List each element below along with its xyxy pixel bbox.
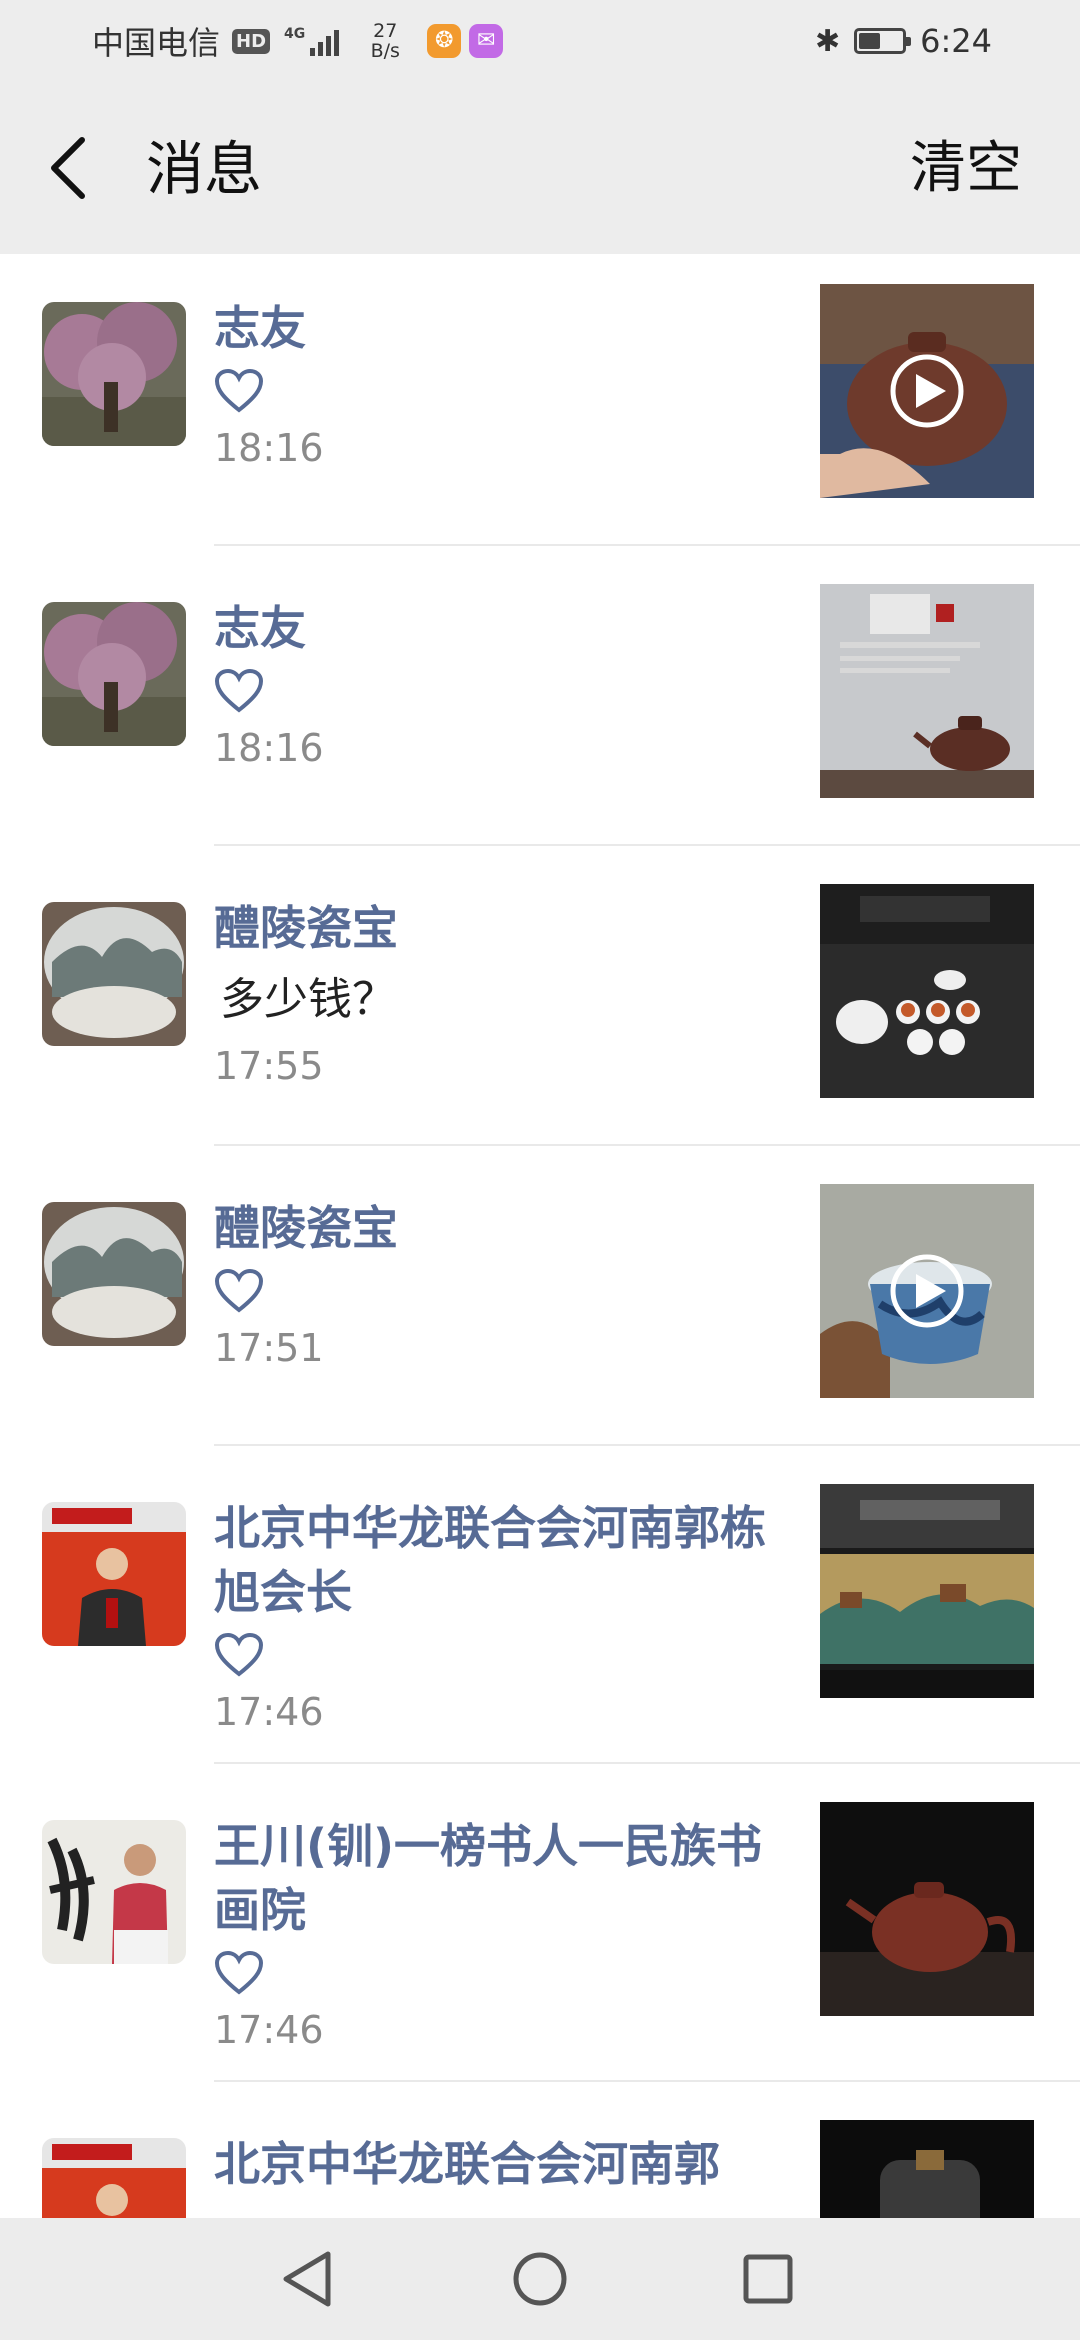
recents-square-icon [743, 2254, 793, 2304]
network-type: 4G [284, 26, 306, 42]
sender-name[interactable]: 志友 [214, 296, 774, 360]
message-list[interactable]: 志友 18:16 志友 18:16 醴陵瓷宝 多少钱？ 17:55 醴陵瓷宝 1… [0, 254, 1080, 2218]
post-thumbnail[interactable] [820, 1184, 1034, 1398]
post-thumbnail[interactable] [820, 1802, 1034, 2016]
heart-icon [214, 1632, 264, 1677]
nav-home-button[interactable] [505, 2246, 575, 2312]
speed-value: 27 [373, 20, 398, 42]
post-thumbnail[interactable] [820, 884, 1034, 1098]
avatar[interactable] [42, 1820, 186, 1964]
bluetooth-icon: ✱ [815, 23, 841, 59]
avatar[interactable] [42, 302, 186, 446]
home-circle-icon [513, 2252, 567, 2306]
sender-name[interactable]: 醴陵瓷宝 [214, 1196, 774, 1260]
message-time: 17:46 [214, 1690, 324, 1734]
hd-badge: HD [232, 28, 271, 54]
back-button[interactable] [40, 128, 100, 208]
uc-browser-icon: ❂ [427, 24, 462, 58]
avatar[interactable] [42, 2138, 186, 2218]
signal-icon: 4G [284, 26, 340, 56]
message-item[interactable]: 醴陵瓷宝 17:51 [0, 1154, 1080, 1454]
message-time: 18:16 [214, 726, 324, 770]
post-thumbnail[interactable] [820, 1484, 1034, 1698]
avatar[interactable] [42, 602, 186, 746]
comment-text: 多少钱？ [220, 974, 396, 1025]
message-time: 17:46 [214, 2008, 324, 2052]
message-time: 17:51 [214, 1326, 324, 1370]
sender-name[interactable]: 王川(钏)一榜书人一民族书画院 [214, 1814, 774, 1942]
heart-icon [214, 368, 264, 413]
message-item[interactable]: 醴陵瓷宝 多少钱？ 17:55 [0, 854, 1080, 1154]
screen: 中国电信 HD 4G 27 B/s ❂ ✉ ✱ 6:24 消息 清空 志友 18… [0, 0, 1080, 2340]
chat-app-icon: ✉ [469, 24, 504, 58]
sender-name[interactable]: 醴陵瓷宝 [214, 896, 774, 960]
divider [214, 544, 1080, 546]
heart-icon [214, 1950, 264, 1995]
message-body: 醴陵瓷宝 多少钱？ 17:55 [214, 896, 774, 1090]
status-left: 中国电信 HD 4G 27 B/s ❂ ✉ [92, 18, 504, 64]
chevron-left-icon [51, 137, 85, 199]
sender-name[interactable]: 北京中华龙联合会河南郭栋旭会长 [214, 1496, 774, 1624]
divider [214, 1444, 1080, 1446]
message-time: 17:55 [214, 1044, 324, 1088]
page-title: 消息 [146, 135, 263, 203]
heart-icon [214, 668, 264, 713]
message-item[interactable]: 志友 18:16 [0, 554, 1080, 854]
divider [214, 2080, 1080, 2082]
post-thumbnail[interactable] [820, 2120, 1034, 2218]
message-item[interactable]: 北京中华龙联合会河南郭栋旭会长 17:46 [0, 1454, 1080, 1772]
back-triangle-icon [283, 2251, 331, 2307]
nav-recents-button[interactable] [733, 2246, 803, 2312]
network-speed: 27 B/s [365, 21, 405, 61]
status-bar: 中国电信 HD 4G 27 B/s ❂ ✉ ✱ 6:24 [0, 0, 1080, 82]
post-thumbnail[interactable] [820, 284, 1034, 498]
avatar[interactable] [42, 1202, 186, 1346]
speed-unit: B/s [370, 40, 400, 62]
avatar[interactable] [42, 902, 186, 1046]
avatar[interactable] [42, 1502, 186, 1646]
divider [214, 1762, 1080, 1764]
battery-icon [854, 28, 912, 54]
divider [214, 844, 1080, 846]
status-time: 6:24 [920, 22, 992, 60]
divider [214, 1144, 1080, 1146]
message-item[interactable]: 北京中华龙联合会河南郭 [0, 2090, 1080, 2218]
sender-name[interactable]: 北京中华龙联合会河南郭 [214, 2132, 774, 2196]
nav-back-button[interactable] [272, 2246, 342, 2312]
post-thumbnail[interactable] [820, 584, 1034, 798]
message-body: 醴陵瓷宝 17:51 [214, 1196, 774, 1372]
message-body: 北京中华龙联合会河南郭栋旭会长 17:46 [214, 1496, 774, 1736]
message-item[interactable]: 王川(钏)一榜书人一民族书画院 17:46 [0, 1772, 1080, 2090]
message-body: 志友 18:16 [214, 296, 774, 472]
heart-icon [214, 1268, 264, 1313]
sender-name[interactable]: 志友 [214, 596, 774, 660]
message-body: 王川(钏)一榜书人一民族书画院 17:46 [214, 1814, 774, 2054]
clear-button[interactable]: 清空 [910, 134, 1022, 204]
message-time: 18:16 [214, 426, 324, 470]
system-nav-bar [0, 2218, 1080, 2340]
carrier-label: 中国电信 [92, 24, 221, 62]
app-header: 消息 清空 [0, 82, 1080, 254]
message-item[interactable]: 志友 18:16 [0, 254, 1080, 554]
message-body: 志友 18:16 [214, 596, 774, 772]
status-right: ✱ 6:24 [815, 18, 992, 64]
message-body: 北京中华龙联合会河南郭 [214, 2132, 774, 2196]
